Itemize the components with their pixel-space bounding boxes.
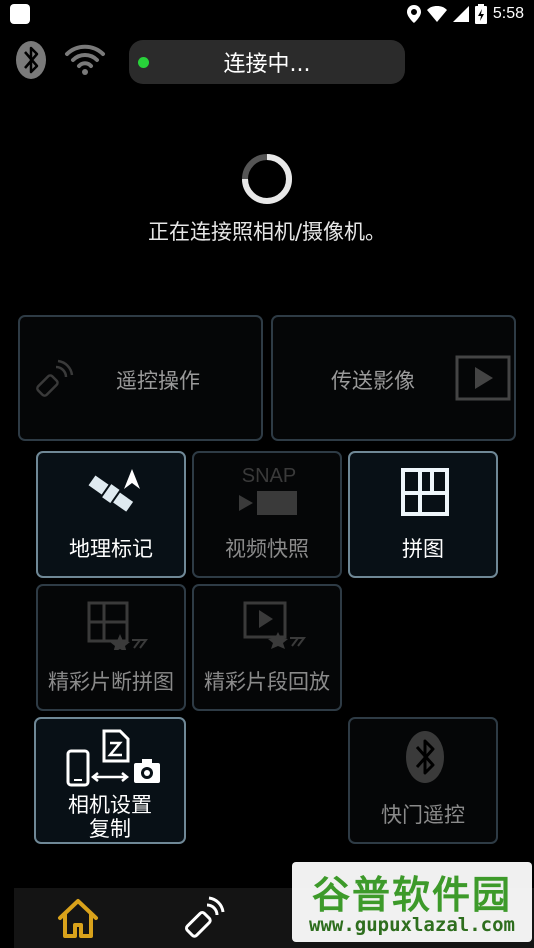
loading-spinner-icon [242, 154, 292, 204]
snap-icon-text: SNAP [241, 465, 297, 487]
wifi-signal-icon [426, 6, 447, 22]
connection-message: 正在连接照相机/摄像机。 [147, 220, 387, 244]
notification-icon [10, 4, 30, 24]
collage-grid-icon [401, 468, 449, 516]
playback-icon [455, 355, 511, 401]
remote-control-nav-icon[interactable] [180, 892, 228, 940]
collage-label: 拼图 [402, 537, 444, 561]
highlight-playback-icon [243, 601, 306, 649]
connection-status-label: 连接中... [223, 52, 311, 77]
remote-control-icon [36, 359, 74, 397]
shutter-remote-label: 快门遥控 [381, 803, 465, 827]
bluetooth-remote-icon [406, 731, 444, 783]
geotag-tile[interactable]: 地理标记 [36, 451, 186, 578]
copy-settings-tile[interactable]: 相机设置 复制 [34, 717, 186, 844]
video-camera-icon [239, 491, 297, 515]
cell-signal-icon [452, 6, 469, 22]
highlight-playback-tile[interactable]: 精彩片段回放 [192, 584, 342, 711]
remote-operation-label: 遥控操作 [116, 369, 200, 393]
image-transfer-tile[interactable]: 传送影像 [271, 315, 516, 441]
bluetooth-icon[interactable] [14, 40, 48, 80]
highlight-collage-icon [87, 601, 148, 650]
satellite-icon [88, 469, 140, 512]
highlight-collage-label: 精彩片断拼图 [48, 670, 174, 694]
home-icon[interactable] [54, 894, 102, 942]
watermark-url: www.gupuxlazal.com [309, 914, 515, 936]
connection-status-pill[interactable]: 连接中... [129, 40, 405, 84]
copy-settings-label-line2: 复制 [89, 817, 131, 841]
collage-tile[interactable]: 拼图 [348, 451, 498, 578]
highlight-collage-tile[interactable]: 精彩片断拼图 [36, 584, 186, 711]
geotag-label: 地理标记 [69, 537, 153, 561]
remote-operation-tile[interactable]: 遥控操作 [18, 315, 263, 441]
status-icons: 5:58 [406, 4, 524, 24]
snap-movie-tile[interactable]: SNAP 视频快照 [192, 451, 342, 578]
status-bar: 5:58 [0, 0, 534, 28]
location-icon [406, 5, 421, 23]
image-transfer-label: 传送影像 [331, 369, 415, 393]
wifi-icon[interactable] [64, 42, 106, 76]
watermark-title: 谷普软件园 [311, 873, 512, 917]
highlight-playback-label: 精彩片段回放 [204, 670, 330, 694]
watermark: 谷普软件园 www.gupuxlazal.com [292, 862, 532, 942]
snap-movie-label: 视频快照 [225, 537, 309, 561]
status-time: 5:58 [492, 5, 524, 22]
shutter-remote-tile[interactable]: 快门遥控 [348, 717, 498, 844]
copy-settings-icon [66, 729, 160, 787]
connection-indicator-dot [138, 57, 149, 68]
battery-icon [474, 4, 487, 24]
